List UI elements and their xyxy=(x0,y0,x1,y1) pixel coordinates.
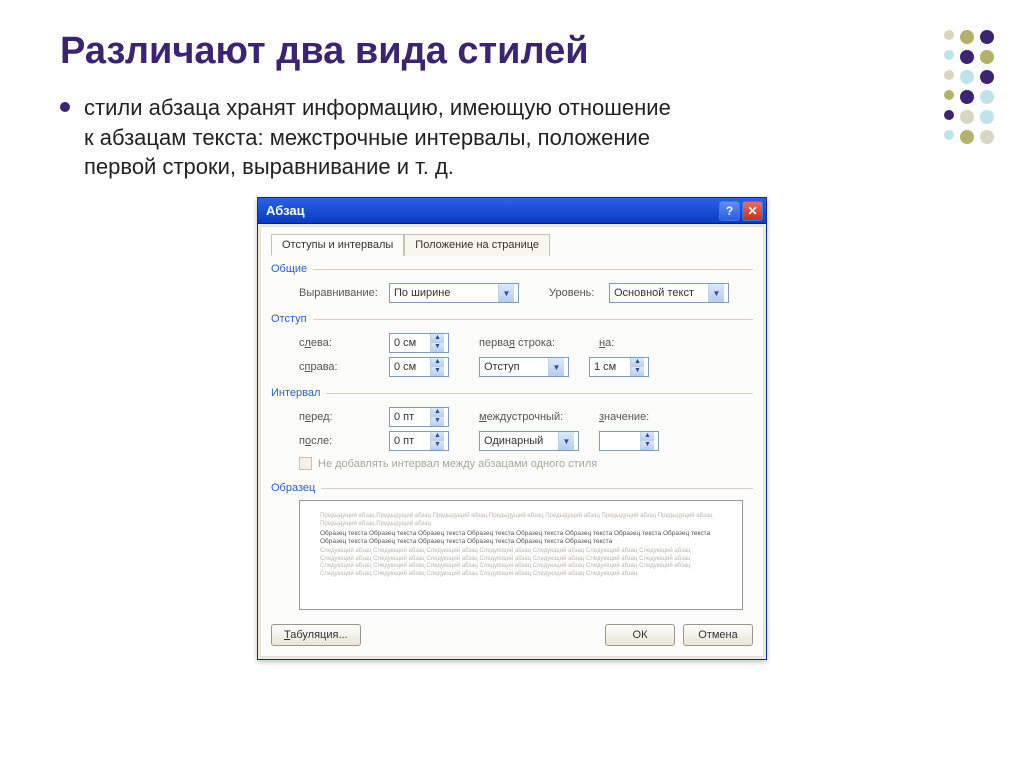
chevron-down-icon: ▼ xyxy=(498,284,514,302)
first-line-by-stepper[interactable]: 1 см ▲▼ xyxy=(589,357,649,377)
label-space-after: после: xyxy=(299,435,389,447)
indent-right-stepper[interactable]: 0 см ▲▼ xyxy=(389,357,449,377)
group-general: Общие Выравнивание: По ширине ▼ Уровень:… xyxy=(271,263,753,305)
first-line-by-value: 1 см xyxy=(594,361,616,373)
tabs-button-label: Табуляция... xyxy=(284,629,348,641)
dialog-tabs: Отступы и интервалы Положение на страниц… xyxy=(271,233,753,255)
label-by: на: xyxy=(599,337,629,349)
bullet-text: стили абзаца хранят информацию, имеющую … xyxy=(84,93,684,182)
chevron-down-icon: ▼ xyxy=(558,432,574,450)
ok-button[interactable]: ОК xyxy=(605,624,675,646)
alignment-select[interactable]: По ширине ▼ xyxy=(389,283,519,303)
cancel-button-label: Отмена xyxy=(698,629,737,641)
space-after-stepper[interactable]: 0 пт ▲▼ xyxy=(389,431,449,451)
label-indent-left: слева: xyxy=(299,337,389,349)
label-at: значение: xyxy=(599,411,659,423)
bullet-item: стили абзаца хранят информацию, имеющую … xyxy=(60,93,964,182)
legend-indent: Отступ xyxy=(271,313,307,325)
chevron-down-icon: ▼ xyxy=(631,367,644,376)
chevron-up-icon: ▲ xyxy=(431,358,444,367)
preview-sample-text: Образец текста Образец текста Образец те… xyxy=(320,530,722,546)
chevron-down-icon: ▼ xyxy=(431,367,444,376)
label-space-before: перед: xyxy=(299,411,389,423)
cancel-button[interactable]: Отмена xyxy=(683,624,753,646)
close-button[interactable]: ✕ xyxy=(742,201,763,221)
chevron-up-icon: ▲ xyxy=(631,358,644,367)
indent-left-stepper[interactable]: 0 см ▲▼ xyxy=(389,333,449,353)
level-value: Основной текст xyxy=(614,287,694,299)
chevron-up-icon: ▲ xyxy=(431,432,444,441)
tabs-button[interactable]: Табуляция... xyxy=(271,624,361,646)
space-before-value: 0 пт xyxy=(394,411,414,423)
paragraph-dialog: Абзац ? ✕ Отступы и интервалы Положение … xyxy=(257,197,767,660)
label-first-line: первая строка: xyxy=(479,337,579,349)
preview-box: Предыдущий абзац Предыдущий абзац Предыд… xyxy=(299,500,743,610)
chevron-up-icon: ▲ xyxy=(431,334,444,343)
label-line-spacing: междустрочный: xyxy=(479,411,579,423)
first-line-value: Отступ xyxy=(484,361,520,373)
chevron-up-icon: ▲ xyxy=(641,432,654,441)
chevron-down-icon: ▼ xyxy=(431,441,444,450)
space-before-stepper[interactable]: 0 пт ▲▼ xyxy=(389,407,449,427)
space-after-value: 0 пт xyxy=(394,435,414,447)
preview-next-text: Следующий абзац Следующий абзац Следующи… xyxy=(320,548,691,577)
chevron-down-icon: ▼ xyxy=(548,358,564,376)
group-preview: Образец Предыдущий абзац Предыдущий абза… xyxy=(271,482,753,614)
dialog-button-row: Табуляция... ОК Отмена xyxy=(271,624,753,646)
chevron-down-icon: ▼ xyxy=(641,441,654,450)
tab-pagination[interactable]: Положение на странице xyxy=(404,234,550,256)
no-space-checkbox[interactable] xyxy=(299,457,312,470)
legend-preview: Образец xyxy=(271,482,315,494)
ok-button-label: ОК xyxy=(633,629,648,641)
dialog-titlebar[interactable]: Абзац ? ✕ xyxy=(258,198,766,224)
legend-spacing: Интервал xyxy=(271,387,320,399)
tab-label: Отступы и интервалы xyxy=(282,239,393,251)
chevron-down-icon: ▼ xyxy=(708,284,724,302)
line-spacing-at-stepper[interactable]: ▲▼ xyxy=(599,431,659,451)
line-spacing-value: Одинарный xyxy=(484,435,543,447)
bullet-icon xyxy=(60,102,70,112)
outline-level-select[interactable]: Основной текст ▼ xyxy=(609,283,729,303)
indent-left-value: 0 см xyxy=(394,337,416,349)
first-line-select[interactable]: Отступ ▼ xyxy=(479,357,569,377)
indent-right-value: 0 см xyxy=(394,361,416,373)
preview-prev-text: Предыдущий абзац Предыдущий абзац Предыд… xyxy=(320,513,713,527)
alignment-value: По ширине xyxy=(394,287,451,299)
help-button[interactable]: ? xyxy=(719,201,740,221)
dialog-title: Абзац xyxy=(266,203,305,218)
no-space-label: Не добавлять интервал между абзацами одн… xyxy=(318,458,597,470)
slide-title: Различают два вида стилей xyxy=(60,30,964,73)
legend-general: Общие xyxy=(271,263,307,275)
chevron-up-icon: ▲ xyxy=(431,408,444,417)
group-spacing: Интервал перед: 0 пт ▲▼ междустрочный: з… xyxy=(271,387,753,474)
label-level: Уровень: xyxy=(549,287,609,299)
label-indent-right: справа: xyxy=(299,361,389,373)
tab-label: Положение на странице xyxy=(415,239,539,251)
label-alignment: Выравнивание: xyxy=(299,287,389,299)
chevron-down-icon: ▼ xyxy=(431,343,444,352)
chevron-down-icon: ▼ xyxy=(431,417,444,426)
decorative-dots xyxy=(944,30,994,150)
group-indent: Отступ слева: 0 см ▲▼ первая строка: на: xyxy=(271,313,753,379)
line-spacing-select[interactable]: Одинарный ▼ xyxy=(479,431,579,451)
tab-indents[interactable]: Отступы и интервалы xyxy=(271,234,404,256)
